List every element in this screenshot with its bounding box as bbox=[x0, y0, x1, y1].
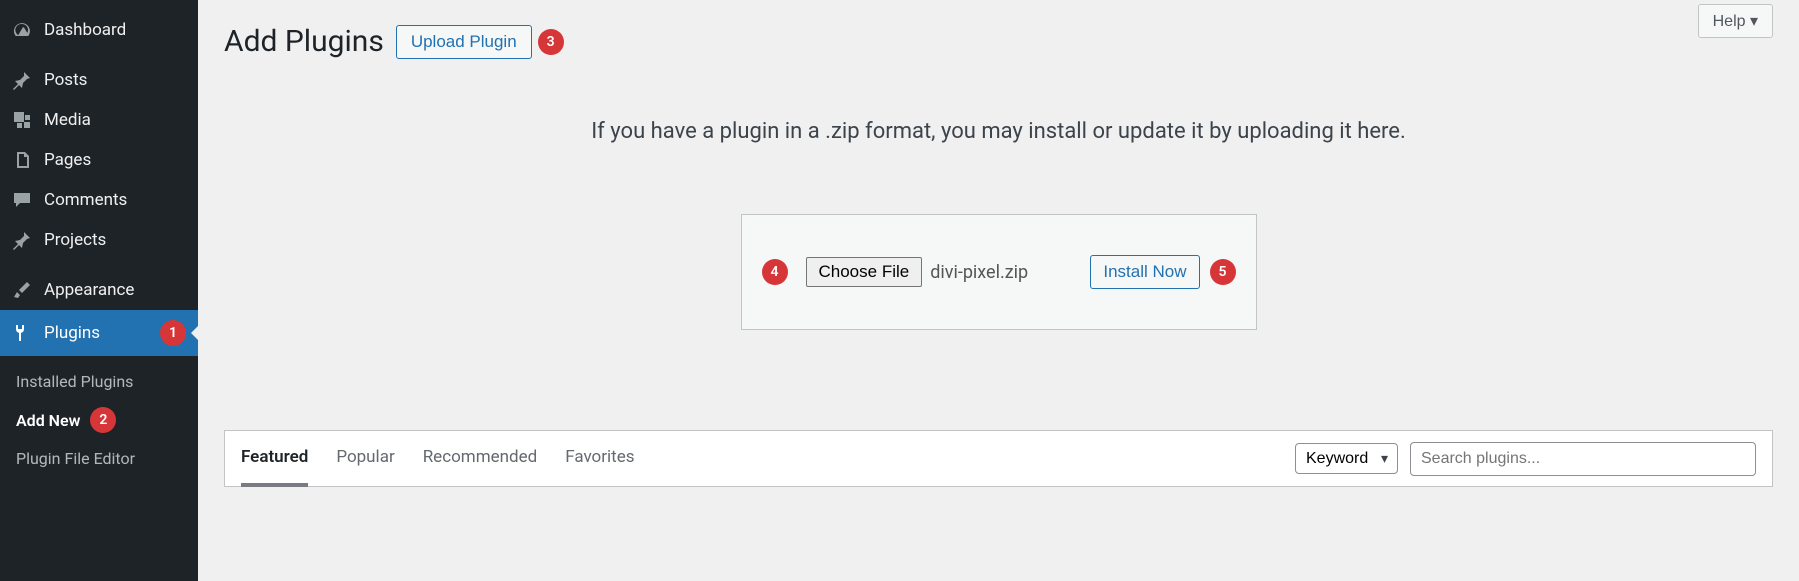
upload-form: 4 Choose File divi-pixel.zip Install Now… bbox=[741, 214, 1257, 330]
menu-appearance-label: Appearance bbox=[44, 280, 186, 300]
tab-popular[interactable]: Popular bbox=[336, 431, 394, 487]
menu-appearance[interactable]: Appearance bbox=[0, 270, 198, 310]
filter-tabs: Featured Popular Recommended Favorites bbox=[241, 431, 635, 486]
plugin-filter-bar: Featured Popular Recommended Favorites K… bbox=[224, 430, 1773, 487]
plugin-icon bbox=[12, 323, 32, 343]
submenu-installed-label: Installed Plugins bbox=[16, 372, 133, 391]
comment-icon bbox=[12, 190, 32, 210]
menu-media[interactable]: Media bbox=[0, 100, 198, 140]
submenu-add-new-label: Add New bbox=[16, 411, 80, 430]
page-title: Add Plugins bbox=[224, 24, 384, 59]
search-plugins-input[interactable] bbox=[1410, 442, 1756, 476]
menu-posts-label: Posts bbox=[44, 70, 186, 90]
brush-icon bbox=[12, 280, 32, 300]
menu-media-label: Media bbox=[44, 110, 186, 130]
help-button[interactable]: Help ▾ bbox=[1698, 4, 1773, 38]
upload-instruction: If you have a plugin in a .zip format, y… bbox=[224, 119, 1773, 144]
annotation-badge-3: 3 bbox=[538, 29, 564, 55]
annotation-badge-4: 4 bbox=[762, 259, 788, 285]
menu-pages[interactable]: Pages bbox=[0, 140, 198, 180]
media-icon bbox=[12, 110, 32, 130]
annotation-badge-1: 1 bbox=[160, 320, 186, 346]
submenu-file-editor[interactable]: Plugin File Editor bbox=[0, 441, 198, 476]
annotation-badge-2: 2 bbox=[90, 407, 116, 433]
plugins-submenu: Installed Plugins Add New 2 Plugin File … bbox=[0, 356, 198, 484]
tab-favorites[interactable]: Favorites bbox=[565, 431, 634, 487]
menu-comments[interactable]: Comments bbox=[0, 180, 198, 220]
submenu-installed-plugins[interactable]: Installed Plugins bbox=[0, 364, 198, 399]
dashboard-icon bbox=[12, 20, 32, 40]
selected-file-name: divi-pixel.zip bbox=[930, 262, 1028, 283]
tab-featured[interactable]: Featured bbox=[241, 431, 308, 487]
pin-icon bbox=[12, 230, 32, 250]
tab-recommended[interactable]: Recommended bbox=[423, 431, 538, 487]
pages-icon bbox=[12, 150, 32, 170]
pin-icon bbox=[12, 70, 32, 90]
upload-plugin-button[interactable]: Upload Plugin bbox=[396, 25, 532, 59]
search-type-select[interactable]: Keyword bbox=[1295, 443, 1398, 474]
choose-file-button[interactable]: Choose File bbox=[806, 257, 923, 287]
menu-projects-label: Projects bbox=[44, 230, 186, 250]
menu-pages-label: Pages bbox=[44, 150, 186, 170]
menu-posts[interactable]: Posts bbox=[0, 60, 198, 100]
menu-comments-label: Comments bbox=[44, 190, 186, 210]
install-now-button[interactable]: Install Now bbox=[1090, 255, 1199, 289]
menu-dashboard-label: Dashboard bbox=[44, 20, 186, 40]
submenu-add-new[interactable]: Add New 2 bbox=[0, 399, 198, 441]
menu-dashboard[interactable]: Dashboard bbox=[0, 10, 198, 50]
menu-projects[interactable]: Projects bbox=[0, 220, 198, 260]
submenu-file-editor-label: Plugin File Editor bbox=[16, 449, 135, 468]
menu-plugins[interactable]: Plugins 1 bbox=[0, 310, 198, 356]
admin-sidebar: Dashboard Posts Media Pages Comments Pro… bbox=[0, 0, 198, 581]
main-content: Help ▾ Add Plugins Upload Plugin 3 If yo… bbox=[198, 0, 1799, 581]
annotation-badge-5: 5 bbox=[1210, 259, 1236, 285]
menu-plugins-label: Plugins bbox=[44, 323, 150, 343]
